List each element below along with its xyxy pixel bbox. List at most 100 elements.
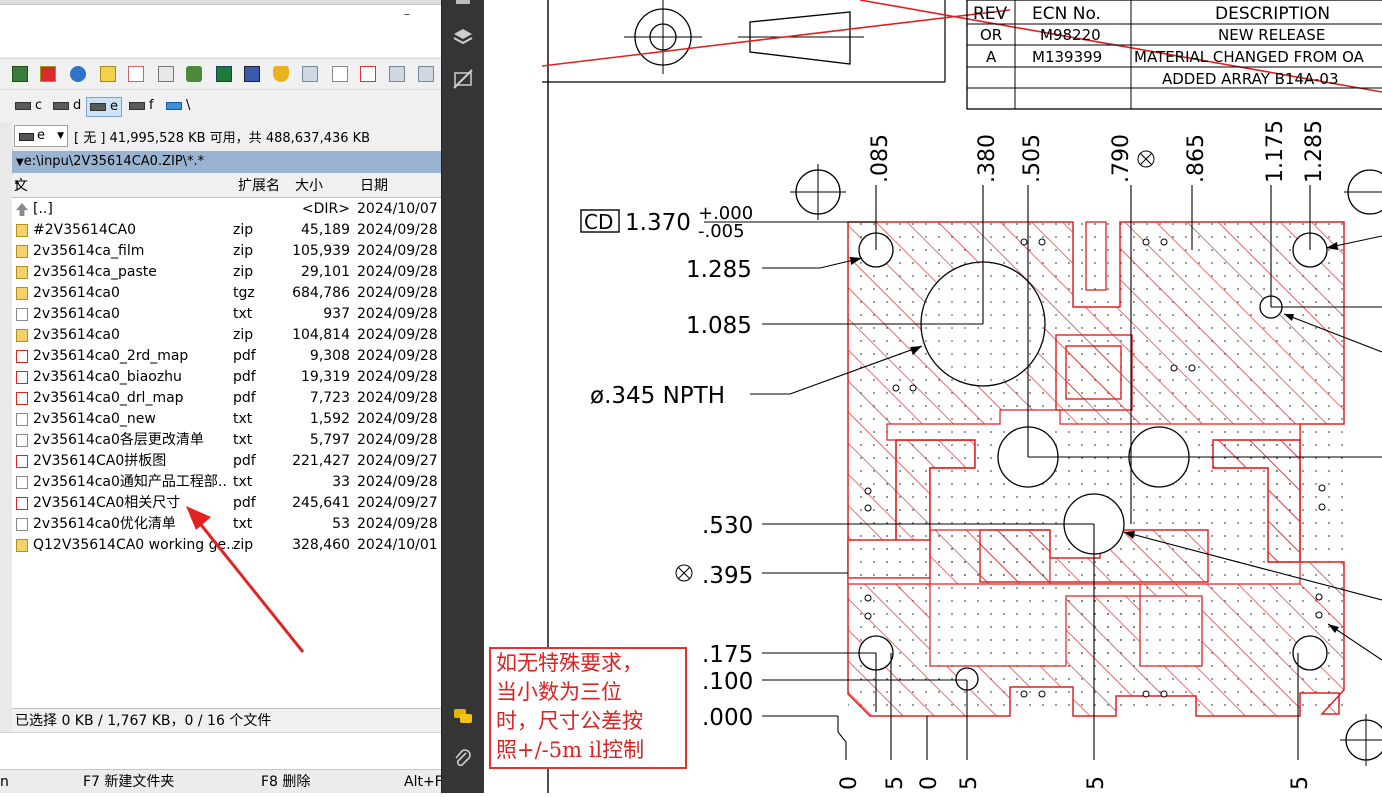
- file-size: 105,939: [292, 243, 350, 259]
- file-ext: pdf: [233, 369, 256, 385]
- file-row[interactable]: 2V35614CA0相关尺寸 pdf 245,641 2024/09/27: [12, 493, 441, 514]
- file-date: 2024/09/28: [357, 411, 438, 427]
- file-row[interactable]: #2V35614CA0 zip 45,189 2024/09/28: [12, 220, 441, 241]
- drive-c[interactable]: c: [12, 97, 45, 115]
- shield-icon[interactable]: [273, 66, 289, 82]
- file-row[interactable]: 2v35614ca0 zip 104,814 2024/09/28: [12, 325, 441, 346]
- fkey-command[interactable]: n: [0, 770, 9, 793]
- txt-icon: [16, 413, 28, 426]
- file-row[interactable]: 2v35614ca0_drl_map pdf 7,723 2024/09/28: [12, 388, 441, 409]
- network-drive[interactable]: \: [163, 97, 193, 115]
- file-name: 2v35614ca0: [33, 285, 120, 301]
- page-thumbnail-icon[interactable]: [452, 0, 474, 16]
- file-ext: txt: [233, 432, 253, 448]
- command-area: [0, 732, 441, 770]
- file-row[interactable]: Q12V35614CA0 working ge.. zip 328,460 2024/…: [12, 535, 441, 556]
- pdf-tool-icon[interactable]: [40, 66, 56, 82]
- drive-combo-value: e: [37, 128, 45, 143]
- npth-label: ø.345 NPTH: [590, 383, 725, 409]
- file-size: 245,641: [292, 495, 350, 511]
- drive-bar: c d e f \: [0, 90, 441, 120]
- acrobat-icon[interactable]: [360, 66, 376, 82]
- bottom-dim-5: 5: [1084, 776, 1109, 790]
- desc-header: DESCRIPTION: [1215, 4, 1330, 24]
- refresh-icon[interactable]: [12, 66, 28, 82]
- file-name: 2v35614ca0通知产品工程部..: [33, 474, 227, 490]
- print-icon[interactable]: [158, 66, 174, 82]
- file-row[interactable]: 2v35614ca0通知产品工程部.. txt 33 2024/09/28: [12, 472, 441, 493]
- file-row[interactable]: 2v35614ca_paste zip 29,101 2024/09/28: [12, 262, 441, 283]
- word-icon[interactable]: [244, 66, 260, 82]
- file-size: 5,797: [309, 432, 350, 448]
- dim-175: .175: [702, 642, 753, 668]
- file-row[interactable]: 2v35614ca0 txt 937 2024/09/28: [12, 304, 441, 325]
- file-name: 2v35614ca0各层更改清单: [33, 432, 204, 448]
- file-manager-panel: – c d e f \ e ▼ [ 无 ] 41,995,528 KB 可用，共…: [0, 0, 441, 793]
- file-size: 19,319: [301, 369, 350, 385]
- network-icon[interactable]: [186, 66, 202, 82]
- top-dim-865: .865: [1184, 134, 1209, 183]
- file-date: 2024/09/28: [357, 306, 438, 322]
- excel-icon[interactable]: [216, 66, 232, 82]
- file-ext: txt: [233, 306, 253, 322]
- file-name: 2v35614ca0: [33, 327, 120, 343]
- zip-icon: [16, 329, 28, 342]
- fkey-delete[interactable]: F8 删除: [261, 770, 310, 793]
- col-date[interactable]: 日期: [360, 175, 388, 197]
- file-row[interactable]: 2v35614ca0_2rd_map pdf 9,308 2024/09/28: [12, 346, 441, 367]
- drive-f[interactable]: f: [126, 97, 157, 115]
- file-size: 29,101: [301, 264, 350, 280]
- ecn-header: ECN No.: [1032, 4, 1101, 24]
- file-row[interactable]: 2v35614ca0 tgz 684,786 2024/09/28: [12, 283, 441, 304]
- top-dim-380: .380: [975, 134, 1000, 183]
- file-row[interactable]: [..] <DIR> 2024/10/07: [12, 199, 441, 220]
- window3-icon[interactable]: [418, 66, 434, 82]
- tol-minus: -.005: [698, 221, 745, 242]
- minimize-icon[interactable]: –: [404, 8, 416, 20]
- dim-000: .000: [702, 705, 753, 731]
- bottom-dim-3: 0: [917, 776, 942, 790]
- file-size: 684,786: [292, 285, 350, 301]
- path-bar[interactable]: ▼e:\inpu\2V35614CA0.ZIP\*.*: [12, 151, 441, 173]
- caret-down-icon: ▼: [16, 157, 24, 168]
- dim-1085: 1.085: [686, 313, 752, 339]
- layers-icon[interactable]: [452, 26, 474, 48]
- file-row[interactable]: 2v35614ca0_new txt 1,592 2024/09/28: [12, 409, 441, 430]
- desc-row-1: MATERIAL CHANGED FROM OA: [1134, 48, 1365, 66]
- zip-icon: [16, 245, 28, 258]
- fkey-exit[interactable]: Alt+F4 退出: [404, 770, 441, 793]
- file-name: 2v35614ca_film: [33, 243, 145, 259]
- file-name: 2v35614ca0_2rd_map: [33, 348, 189, 364]
- drive-e[interactable]: e: [86, 97, 122, 117]
- dim-530: .530: [702, 513, 753, 539]
- file-row[interactable]: 2v35614ca_film zip 105,939 2024/09/28: [12, 241, 441, 262]
- window2-icon[interactable]: [389, 66, 405, 82]
- no-signature-icon[interactable]: [452, 68, 474, 90]
- drive-combo[interactable]: e ▼: [14, 125, 68, 147]
- col-size[interactable]: 大小: [295, 175, 323, 197]
- top-dim-085: .085: [868, 134, 893, 183]
- file-row[interactable]: 2v35614ca0各层更改清单 txt 5,797 2024/09/28: [12, 430, 441, 451]
- drive-label: f: [149, 98, 154, 113]
- drive-d[interactable]: d: [50, 97, 84, 115]
- comments-icon[interactable]: [452, 706, 474, 728]
- globe-icon[interactable]: [70, 66, 86, 82]
- note-line: 照+/-5m il控制: [496, 738, 645, 762]
- txt-icon: [16, 476, 28, 489]
- file-row[interactable]: 2v35614ca0优化清单 txt 53 2024/09/28: [12, 514, 441, 535]
- file-date: 2024/09/28: [357, 474, 438, 490]
- tolerance-note: 如无特殊要求， 当小数为三位 时，尺寸公差按 照+/-5m il控制: [489, 647, 687, 769]
- attachment-icon[interactable]: [452, 748, 474, 770]
- file-row[interactable]: 2v35614ca0_biaozhu pdf 19,319 2024/09/28: [12, 367, 441, 388]
- text-b-icon[interactable]: [128, 66, 144, 82]
- text-a-icon[interactable]: [100, 66, 116, 82]
- file-ext: pdf: [233, 453, 256, 469]
- file-row[interactable]: 2V35614CA0拼板图 pdf 221,427 2024/09/27: [12, 451, 441, 472]
- fkey-new-folder[interactable]: F7 新建文件夹: [83, 770, 174, 793]
- rev-header: REV: [973, 4, 1008, 24]
- col-ext[interactable]: 扩展名: [238, 175, 280, 197]
- file-date: 2024/09/27: [357, 495, 438, 511]
- window-icon[interactable]: [302, 66, 318, 82]
- blank-doc-icon[interactable]: [332, 66, 348, 82]
- file-date: 2024/09/28: [357, 264, 438, 280]
